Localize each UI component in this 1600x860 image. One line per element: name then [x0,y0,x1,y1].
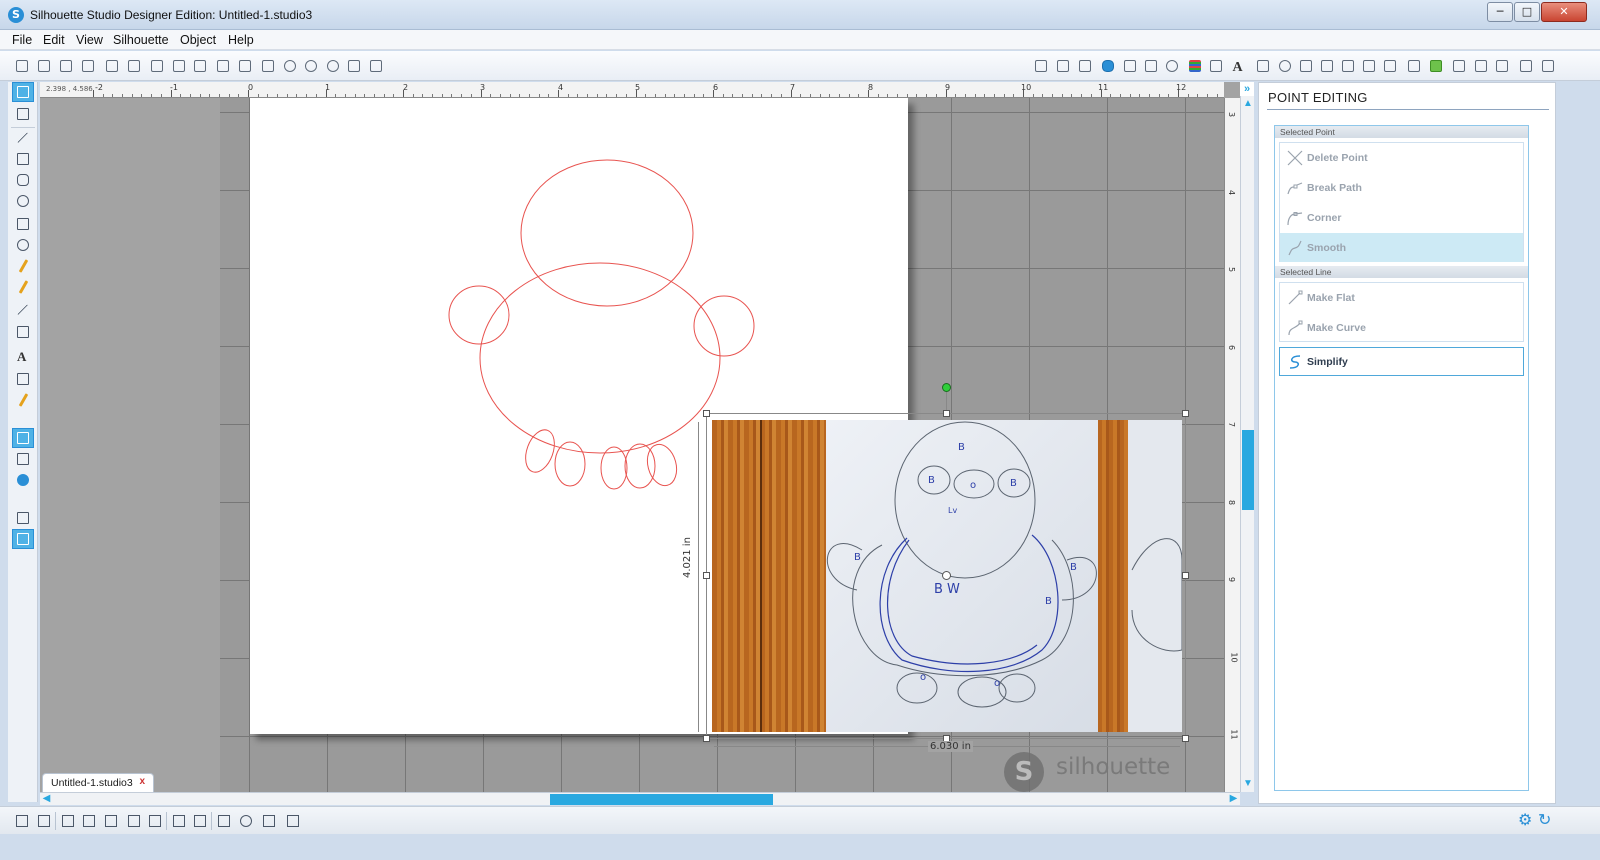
simplify-label: Simplify [1307,356,1348,368]
settings-gear-icon[interactable]: ⚙ [1518,812,1534,828]
toolbar-separator [211,812,212,830]
trace-icon[interactable] [260,812,278,830]
modify-icon[interactable] [1380,56,1399,75]
refresh-icon[interactable]: ↻ [1538,812,1554,828]
make-curve-label: Make Curve [1307,322,1366,334]
scroll-left-arrow[interactable]: ◀ [40,793,53,805]
delete-icon[interactable] [146,812,164,830]
toolbar-separator [166,812,167,830]
rotate-handle[interactable] [942,383,951,392]
offset-icon[interactable] [1404,56,1423,75]
break-path-icon [1286,179,1304,197]
make-flat-icon [1286,289,1304,307]
point-editing-panel: POINT EDITING Selected Point Delete Poin… [1258,82,1556,804]
make-curve-icon [1286,319,1304,337]
delete-point-label: Delete Point [1307,152,1368,164]
horizontal-scroll-thumb[interactable] [550,794,773,805]
offset-icon[interactable] [237,812,255,830]
close-button[interactable]: ✕ [1541,2,1587,22]
make-curve-button[interactable]: Make Curve [1280,313,1523,342]
cut-settings-icon[interactable] [1492,56,1511,75]
silhouette-logo: S [1004,752,1044,792]
shear-icon[interactable] [1317,56,1336,75]
smooth-label: Smooth [1307,242,1347,254]
maximize-button[interactable]: □ [1514,2,1540,22]
deselect-icon[interactable] [35,812,53,830]
corner-icon [1286,209,1304,227]
vertical-scrollbar[interactable]: ▲ ▼ [1240,82,1254,792]
corner-label: Corner [1307,212,1342,224]
simplify-icon [1286,353,1304,371]
bottom-toolbar: ⚙ ↻ [0,806,1600,834]
smooth-icon [1286,239,1304,257]
select-all-icon[interactable] [13,812,31,830]
scroll-right-arrow[interactable]: ▶ [1227,793,1240,805]
width-dimension: 6.030 in [928,741,973,752]
weld-icon[interactable] [215,812,233,830]
height-dimension-line [698,422,699,732]
group-icon[interactable] [59,812,77,830]
selected-line-group: Make Flat Make Curve [1279,282,1524,342]
panel-content: Selected Point Delete Point Break Path C… [1274,125,1529,791]
resize-handle[interactable] [1182,735,1189,742]
make-flat-label: Make Flat [1307,292,1355,304]
scale-icon[interactable] [1296,56,1315,75]
scroll-up-arrow[interactable]: ▲ [1241,98,1255,110]
scroll-down-arrow[interactable]: ▼ [1241,778,1255,790]
height-dimension: 4.021 in [682,537,693,578]
rotate-icon[interactable] [1275,56,1294,75]
registration-marks-icon[interactable] [1471,56,1490,75]
watermark-text: silhouette [1056,754,1171,780]
close-tab-icon[interactable]: x [139,776,145,787]
transform-icon[interactable] [1253,56,1272,75]
trace-icon[interactable] [1426,56,1445,75]
minimize-button[interactable]: ─ [1487,2,1513,22]
document-tab[interactable]: Untitled-1.studio3 x [42,773,154,792]
send-to-back-icon[interactable] [191,812,209,830]
release-compound-path-icon[interactable] [125,812,143,830]
panel-title-divider [1267,109,1549,110]
simplify-button[interactable]: Simplify [1279,347,1524,376]
corner-button[interactable]: Corner [1280,203,1523,232]
center-handle[interactable] [942,571,951,580]
make-flat-button[interactable]: Make Flat [1280,283,1523,312]
document-tab-label: Untitled-1.studio3 [51,777,133,789]
break-path-button[interactable]: Break Path [1280,173,1523,202]
move-icon[interactable] [1338,56,1357,75]
send-icon[interactable] [1538,56,1557,75]
resize-handle[interactable] [703,735,710,742]
delete-point-icon [1286,149,1304,167]
selected-point-header: Selected Point [1275,126,1528,138]
bring-to-front-icon[interactable] [170,812,188,830]
horizontal-scrollbar[interactable]: ◀ ▶ [40,792,1240,805]
resize-handle[interactable] [943,410,950,417]
ungroup-icon[interactable] [80,812,98,830]
vertical-scroll-thumb[interactable] [1242,430,1254,510]
resize-handle[interactable] [1182,410,1189,417]
break-path-label: Break Path [1307,182,1362,194]
replicate-icon[interactable] [1359,56,1378,75]
toolbar-separator [55,812,56,830]
resize-handle[interactable] [1182,572,1189,579]
resize-handle[interactable] [703,410,710,417]
panel-collapse-button[interactable]: » [1240,82,1254,96]
fill-icon[interactable] [284,812,302,830]
owl-drawing[interactable] [0,0,1240,800]
selected-point-group: Delete Point Break Path Corner Smooth [1279,142,1524,262]
smooth-button[interactable]: Smooth [1280,233,1523,262]
selected-line-header: Selected Line [1275,266,1528,278]
panel-title: POINT EDITING [1268,90,1368,105]
delete-point-button[interactable]: Delete Point [1280,143,1523,172]
make-compound-path-icon[interactable] [102,812,120,830]
page-setup-icon[interactable] [1449,56,1468,75]
sketch-pen-icon[interactable] [1516,56,1535,75]
resize-handle[interactable] [703,572,710,579]
